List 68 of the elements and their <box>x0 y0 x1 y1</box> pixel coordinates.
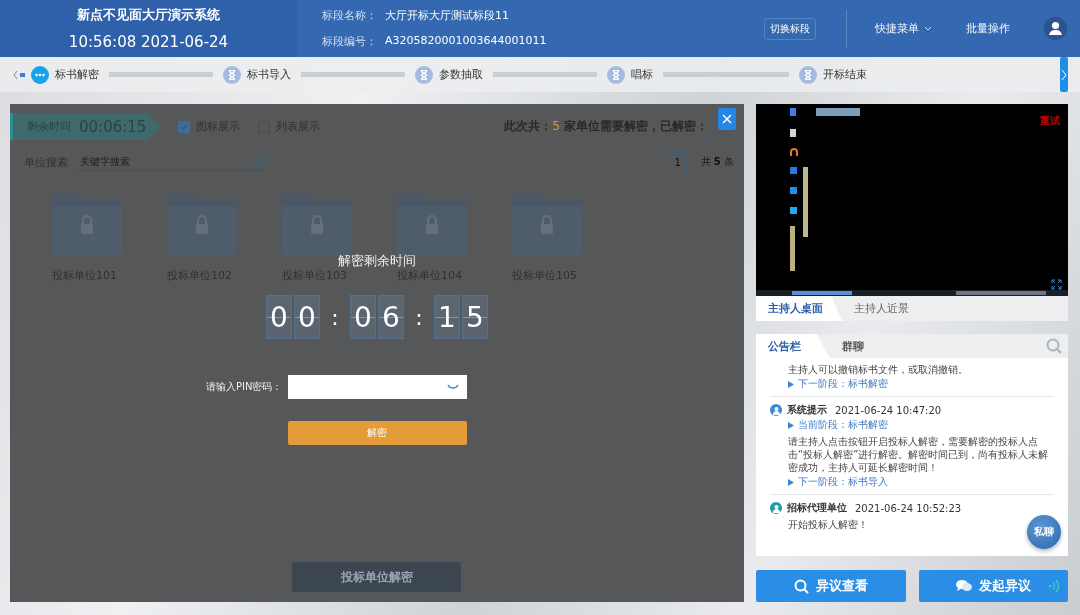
next-arrow-button[interactable] <box>1060 57 1068 92</box>
message-time: 2021-06-24 10:52:23 <box>855 502 962 514</box>
timer-digit: 1 <box>434 295 460 339</box>
signal-waves-icon <box>1048 579 1060 593</box>
stage-link[interactable]: 下一阶段：标书解密 <box>798 378 888 391</box>
field-value: 大厅开标大厅测试标段11 <box>385 8 509 23</box>
play-icon <box>788 381 794 388</box>
retry-text[interactable]: 重试 <box>1040 114 1060 128</box>
fullscreen-icon[interactable] <box>1051 279 1062 290</box>
quick-menu-button[interactable]: 快捷菜单 <box>875 21 932 36</box>
locked-folder-icon[interactable] <box>282 194 352 256</box>
play-icon <box>788 479 794 486</box>
pin-label: 请输入PIN密码： <box>206 380 283 394</box>
eye-closed-icon[interactable] <box>446 384 459 390</box>
play-icon <box>788 422 794 429</box>
system-title: 新点不见面大厅演示系统 <box>77 6 220 24</box>
close-button[interactable] <box>718 108 736 130</box>
close-icon[interactable] <box>722 114 732 124</box>
timer-separator: : <box>414 304 424 330</box>
message-time: 2021-06-24 10:47:20 <box>835 404 942 416</box>
locked-folder-icon[interactable] <box>52 194 122 256</box>
timer-digit: 5 <box>462 295 488 339</box>
caret-icon[interactable] <box>924 26 932 31</box>
chevron-right-icon[interactable] <box>1061 68 1067 81</box>
board-tab[interactable]: 公告栏 <box>756 334 830 358</box>
video-tab[interactable]: 主持人近景 <box>842 296 928 321</box>
timer-digit: 0 <box>266 295 292 339</box>
search-icon[interactable] <box>1046 338 1062 354</box>
bidder-decrypt-button[interactable]: 投标单位解密 <box>292 562 461 592</box>
field-value: A3205820001003644001011 <box>385 34 547 49</box>
message-text: 请主持人点击按钮开启投标人解密，需要解密的投标人点击“投标人解密”进行解密。解密时间已到，尚有投标人未解密成功，主持人可延长解密时间！ <box>788 435 1050 474</box>
stage-link[interactable]: 当前阶段：标书解密 <box>798 419 888 432</box>
step-label: 开标结束 <box>823 67 867 82</box>
message-sender: 招标代理单位 <box>787 501 847 515</box>
page-number[interactable]: 1 <box>668 152 687 172</box>
step-label: 唱标 <box>631 67 653 82</box>
clock-text: 10:56:08 2021-06-24 <box>68 33 229 51</box>
dialog-title: 解密剩余时间 <box>338 252 416 270</box>
video-tab[interactable]: 主持人桌面 <box>756 296 842 321</box>
timer-separator: : <box>330 304 340 330</box>
message-text: 开始投标人解密！ <box>788 518 869 531</box>
chevron-left-icon[interactable] <box>13 69 26 80</box>
pin-input-field[interactable] <box>287 375 467 399</box>
switch-section-button[interactable]: 切换标段 <box>764 17 816 40</box>
message-text: 主持人可以撤销标书文件，或取消撤销。 <box>788 363 969 376</box>
field-label: 标段编号： <box>322 34 377 49</box>
batch-operation-button[interactable]: 批量操作 <box>966 21 1010 36</box>
timer-digit: 0 <box>350 295 376 339</box>
locked-folder-icon[interactable] <box>397 194 467 256</box>
chat-bubbles-icon[interactable] <box>955 579 972 593</box>
private-chat-button[interactable]: 私聊 <box>1027 515 1061 549</box>
search-icon[interactable] <box>793 578 809 594</box>
view-objection-button[interactable]: 异议查看 <box>756 570 906 602</box>
total-count: 共 5 条 <box>700 155 734 169</box>
step-label: 参数抽取 <box>439 67 483 82</box>
timer-digit: 6 <box>378 295 404 339</box>
stage-link[interactable]: 下一阶段：标书导入 <box>798 476 888 489</box>
raise-objection-button[interactable]: 发起异议 <box>918 570 1068 602</box>
step-label: 标书导入 <box>247 67 291 82</box>
locked-folder-icon[interactable] <box>167 194 237 256</box>
timer-digit: 0 <box>294 295 320 339</box>
step-label: 标书解密 <box>55 67 99 82</box>
checkbox[interactable] <box>178 120 190 133</box>
message-sender: 系统提示 <box>787 403 827 417</box>
locked-folder-icon[interactable] <box>512 194 582 256</box>
field-label: 标段名称： <box>322 8 377 23</box>
board-tab[interactable]: 群聊 <box>830 334 904 358</box>
user-avatar-icon[interactable] <box>1044 17 1067 40</box>
